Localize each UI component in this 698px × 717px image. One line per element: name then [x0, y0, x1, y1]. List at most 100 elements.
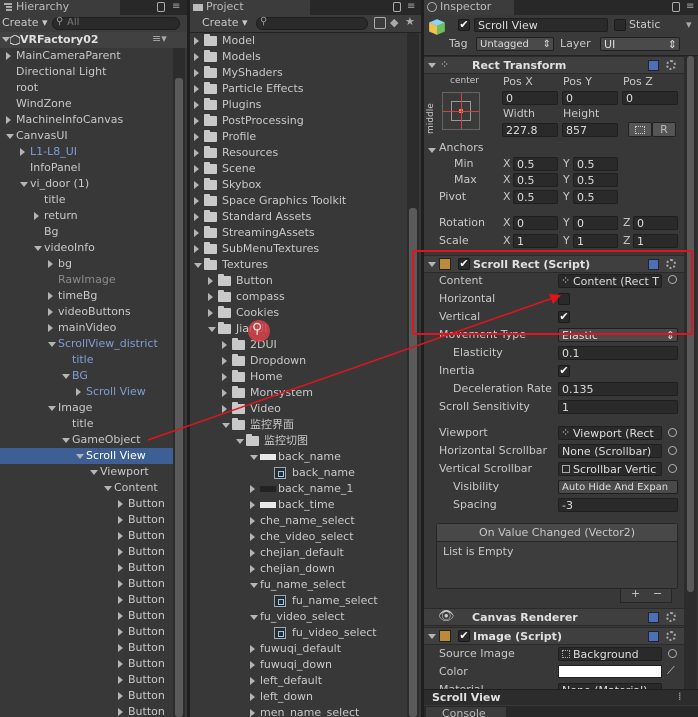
collapsed-arrow-icon[interactable]: [194, 149, 199, 157]
collapsed-arrow-icon[interactable]: [194, 165, 199, 173]
collapsed-arrow-icon[interactable]: [194, 197, 199, 205]
project-row[interactable]: PostProcessing: [190, 113, 407, 129]
hierarchy-row[interactable]: ScrollView_district: [0, 336, 173, 352]
project-row[interactable]: fu_video_select: [190, 625, 407, 641]
hierarchy-row[interactable]: L1-L8_UI: [0, 144, 173, 160]
collapsed-arrow-icon[interactable]: [194, 181, 199, 189]
canvas-renderer-header[interactable]: 👁 Canvas Renderer: [424, 608, 684, 626]
preview-footer[interactable]: Scroll View ⁞: [424, 689, 698, 705]
collapsed-arrow-icon[interactable]: [118, 676, 123, 684]
hierarchy-row[interactable]: root: [0, 80, 173, 96]
hierarchy-row[interactable]: bg: [0, 256, 173, 272]
collapsed-arrow-icon[interactable]: [118, 564, 123, 572]
posy-field[interactable]: 0: [562, 91, 618, 105]
panel-menu-icon[interactable]: ≡: [172, 1, 180, 12]
project-row[interactable]: Video: [190, 401, 407, 417]
lock-icon[interactable]: [157, 2, 165, 12]
spacing-field[interactable]: -3: [558, 498, 678, 512]
hierarchy-row[interactable]: Button: [0, 688, 173, 704]
project-row[interactable]: left_down: [190, 689, 407, 705]
scene-expand-icon[interactable]: [2, 37, 10, 42]
hierarchy-row[interactable]: Scroll View: [0, 448, 173, 464]
gear-icon[interactable]: [666, 631, 676, 641]
hierarchy-row[interactable]: Button: [0, 528, 173, 544]
project-row[interactable]: fu_name_select: [190, 577, 407, 593]
collapsed-arrow-icon[interactable]: [48, 308, 53, 316]
hierarchy-row[interactable]: Bg: [0, 224, 173, 240]
project-row[interactable]: fuwuqi_down: [190, 657, 407, 673]
panel-menu-icon[interactable]: ≡: [686, 1, 694, 12]
hierarchy-row[interactable]: BG: [0, 368, 173, 384]
hierarchy-tab[interactable]: Hierarchy: [0, 0, 120, 15]
inspector-scrollbar[interactable]: [684, 56, 697, 691]
pivot-y-field[interactable]: 0.5: [573, 190, 618, 204]
project-row[interactable]: men_name_select: [190, 705, 407, 717]
scene-menu-icon[interactable]: ≡▾: [152, 32, 167, 45]
project-row[interactable]: Dropdown: [190, 353, 407, 369]
project-row[interactable]: Models: [190, 49, 407, 65]
collapsed-arrow-icon[interactable]: [194, 53, 199, 61]
filter-type-icon[interactable]: [374, 17, 386, 29]
hierarchy-row[interactable]: InfoPanel: [0, 160, 173, 176]
hierarchy-row[interactable]: Viewport: [0, 464, 173, 480]
collapsed-arrow-icon[interactable]: [208, 309, 213, 317]
expanded-arrow-icon[interactable]: [62, 438, 70, 443]
scale-z-field[interactable]: 1: [633, 234, 678, 248]
collapsed-arrow-icon[interactable]: [6, 116, 11, 124]
scene-header[interactable]: VRFactory02 ≡▾: [0, 32, 187, 48]
hierarchy-row[interactable]: Button: [0, 592, 173, 608]
visibility-dropdown[interactable]: Auto Hide And Expan: [558, 480, 678, 494]
help-book-icon[interactable]: [648, 631, 659, 642]
project-row[interactable]: Scene: [190, 161, 407, 177]
project-row[interactable]: Resources: [190, 145, 407, 161]
image-enabled-checkbox[interactable]: ✔: [458, 630, 470, 642]
inertia-checkbox[interactable]: ✔: [558, 365, 570, 377]
static-dropdown-icon[interactable]: ▾: [686, 18, 692, 31]
elasticity-field[interactable]: 0.1: [558, 346, 678, 360]
scale-y-field[interactable]: 1: [573, 234, 618, 248]
hierarchy-row[interactable]: Button: [0, 672, 173, 688]
hierarchy-row[interactable]: Scroll View: [0, 384, 173, 400]
project-row[interactable]: StreamingAssets: [190, 225, 407, 241]
hierarchy-row[interactable]: vi_door (1): [0, 176, 173, 192]
collapsed-arrow-icon[interactable]: [194, 37, 199, 45]
expanded-arrow-icon[interactable]: [48, 406, 56, 411]
eyedropper-icon[interactable]: ⟋: [667, 664, 675, 678]
project-row[interactable]: SubMenuTextures: [190, 241, 407, 257]
expanded-arrow-icon[interactable]: [194, 263, 202, 268]
hierarchy-row[interactable]: Button: [0, 496, 173, 512]
hierarchy-row[interactable]: MachineInfoCanvas: [0, 112, 173, 128]
color-swatch[interactable]: [558, 665, 662, 678]
project-row[interactable]: che_video_select: [190, 529, 407, 545]
expanded-arrow-icon[interactable]: [76, 454, 84, 459]
collapsed-arrow-icon[interactable]: [194, 213, 199, 221]
collapsed-arrow-icon[interactable]: [76, 388, 81, 396]
rotation-z-field[interactable]: 0: [633, 216, 678, 230]
project-row[interactable]: compass: [190, 289, 407, 305]
project-row[interactable]: Particle Effects: [190, 81, 407, 97]
viewport-object-field[interactable]: ⁘ Viewport (Rect: [558, 426, 662, 440]
collapsed-arrow-icon[interactable]: [222, 341, 227, 349]
collapsed-arrow-icon[interactable]: [222, 389, 227, 397]
hierarchy-row[interactable]: MainCameraParent: [0, 48, 173, 64]
hierarchy-row[interactable]: RawImage: [0, 272, 173, 288]
project-row[interactable]: back_name: [190, 465, 407, 481]
project-row[interactable]: chejian_down: [190, 561, 407, 577]
project-row[interactable]: back_time: [190, 497, 407, 513]
hierarchy-row[interactable]: mainVideo: [0, 320, 173, 336]
collapsed-arrow-icon[interactable]: [250, 549, 255, 557]
project-row[interactable]: Monsystem: [190, 385, 407, 401]
project-row[interactable]: fu_video_select: [190, 609, 407, 625]
width-field[interactable]: 227.8: [502, 123, 558, 137]
collapsed-arrow-icon[interactable]: [250, 693, 255, 701]
expanded-arrow-icon[interactable]: [20, 182, 28, 187]
project-row[interactable]: che_name_select: [190, 513, 407, 529]
project-row[interactable]: Button: [190, 273, 407, 289]
gear-icon[interactable]: [666, 60, 676, 70]
hierarchy-row[interactable]: Button: [0, 560, 173, 576]
project-row[interactable]: Space Graphics Toolkit: [190, 193, 407, 209]
collapsed-arrow-icon[interactable]: [118, 548, 123, 556]
object-picker-icon[interactable]: [668, 464, 677, 473]
favorite-star-icon[interactable]: ★: [405, 15, 415, 28]
expanded-arrow-icon[interactable]: [48, 342, 56, 347]
